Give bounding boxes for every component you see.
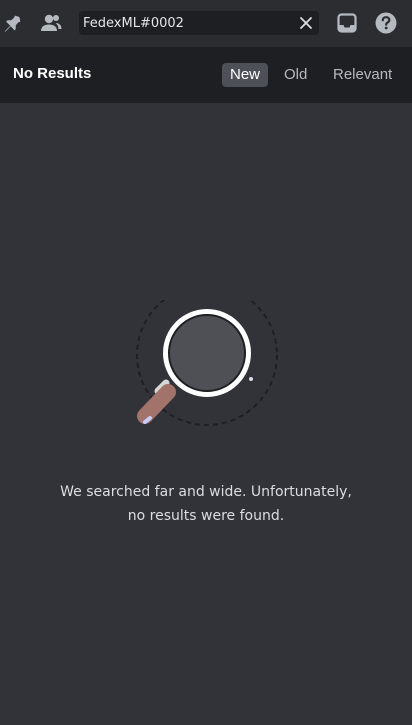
help-icon[interactable]: [373, 10, 399, 36]
members-icon[interactable]: [38, 10, 64, 36]
close-icon[interactable]: [299, 16, 313, 30]
toolbar: [0, 0, 412, 47]
sort-tab-old[interactable]: Old: [276, 63, 315, 87]
empty-state-message: We searched far and wide. Unfortunately,…: [0, 480, 412, 528]
pin-icon[interactable]: [0, 10, 26, 36]
magnifying-glass-icon: [130, 284, 284, 434]
search-input[interactable]: [83, 11, 288, 35]
results-title: No Results: [13, 65, 92, 82]
inbox-icon[interactable]: [334, 10, 360, 36]
search-box[interactable]: [79, 11, 319, 35]
empty-state-line-2: no results were found.: [127, 508, 285, 524]
sort-tab-relevant[interactable]: Relevant: [325, 63, 400, 87]
sort-tab-new[interactable]: New: [222, 63, 269, 87]
results-header: No Results New Old Relevant: [0, 47, 412, 103]
empty-state-line-1: We searched far and wide. Unfortunately,: [60, 484, 352, 500]
